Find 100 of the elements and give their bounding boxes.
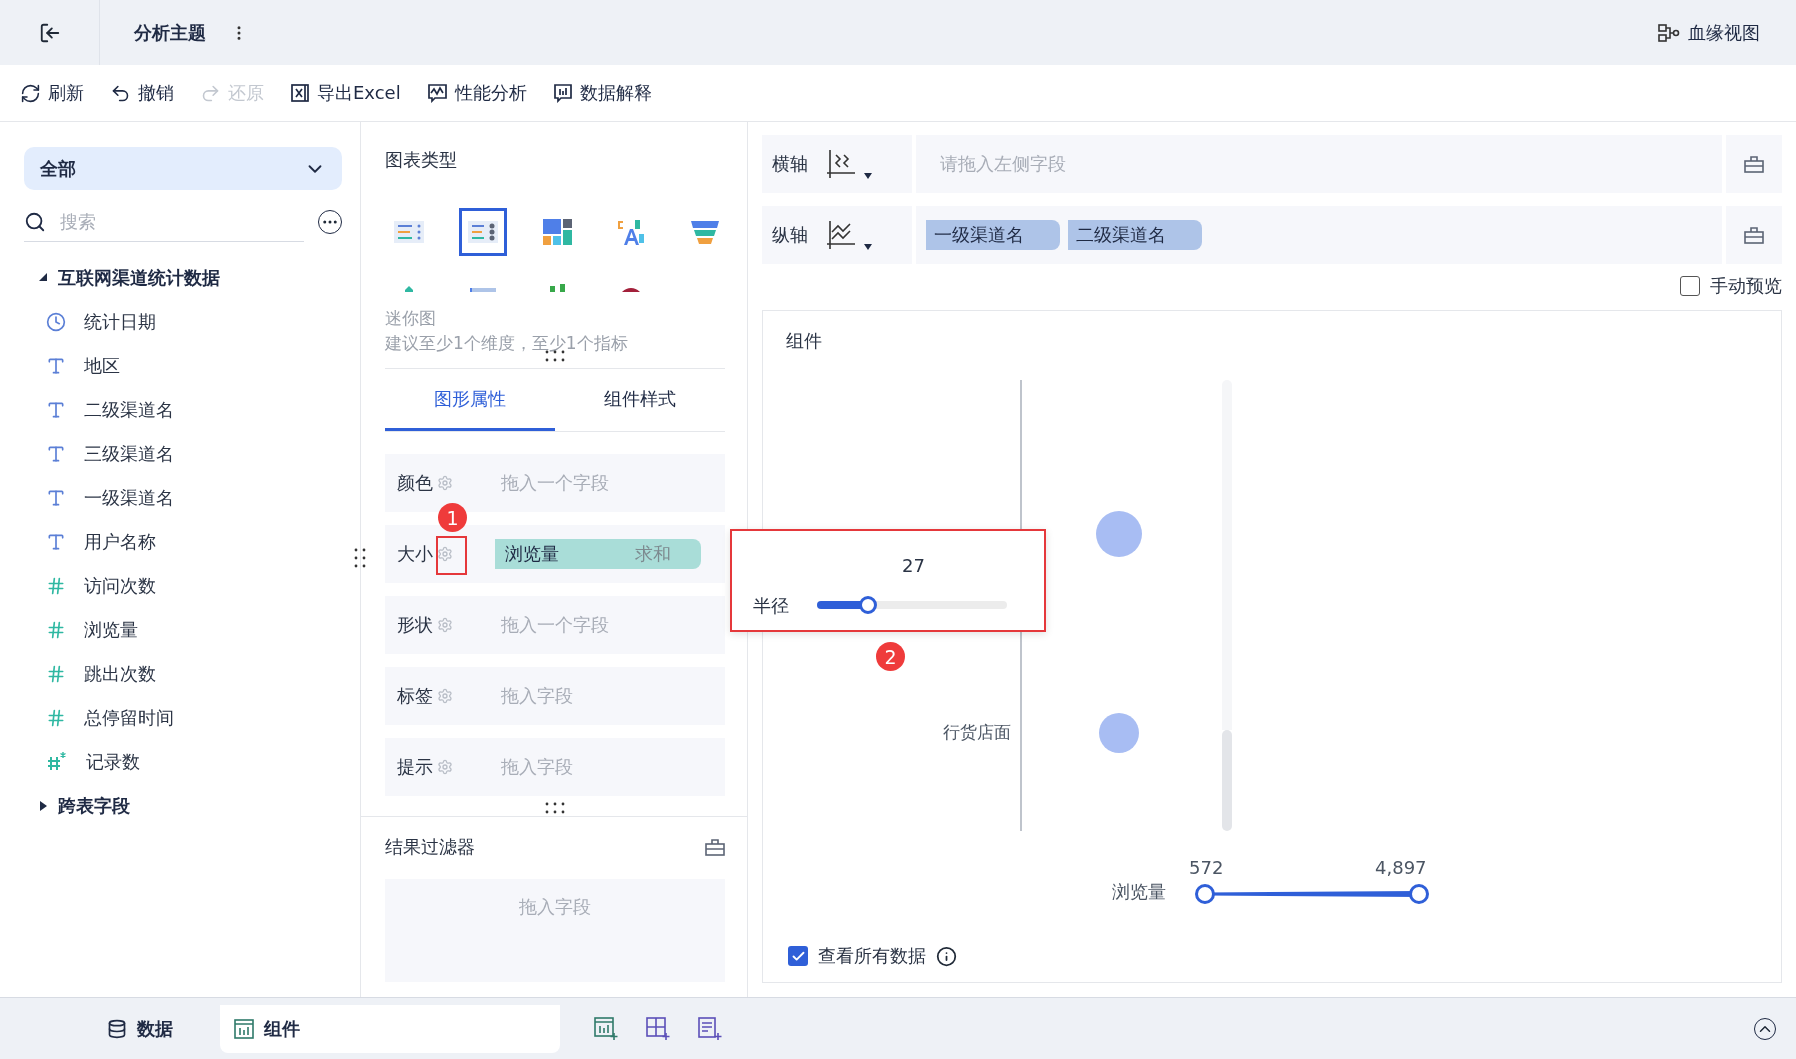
aggregation-label: 求和 (635, 542, 671, 566)
list-icon (466, 218, 500, 246)
info-icon[interactable] (936, 945, 957, 967)
legend-max-value: 4,897 (1375, 857, 1427, 878)
checkbox[interactable] (1680, 276, 1700, 296)
field-name[interactable]: 总停留时间 (84, 706, 174, 730)
chart-type-name: 迷你图 (385, 307, 437, 330)
slider-label: 半径 (753, 594, 789, 618)
table-name[interactable]: 跨表字段 (58, 794, 130, 818)
legend-title: 浏览量 (1112, 880, 1166, 904)
toolbar-button[interactable]: 撤销 (110, 81, 174, 105)
field-name[interactable]: 统计日期 (84, 310, 156, 334)
clock-icon (46, 312, 66, 332)
field-name[interactable]: 浏览量 (84, 618, 138, 642)
hash-icon (46, 620, 66, 640)
drop-hint: 拖入字段 (519, 895, 591, 919)
field-name: 浏览量 (505, 542, 559, 566)
slider-thumb[interactable] (859, 596, 878, 614)
property-drop-zone[interactable]: 标签 拖入字段 (385, 667, 725, 725)
bottom-tab[interactable]: 数据 (60, 1004, 220, 1053)
field-pill[interactable]: 浏览量 求和 (495, 539, 701, 569)
search-field[interactable]: 搜索 (58, 210, 258, 233)
table-name[interactable]: 互联网渠道统计数据 (58, 266, 220, 290)
resize-handle-icon[interactable] (545, 802, 565, 814)
line-chart-icon (426, 83, 448, 103)
drop-hint: 拖入字段 (501, 755, 573, 779)
property-label: 提示 (397, 755, 433, 779)
field-name[interactable]: 二级渠道名 (84, 398, 174, 422)
section-title: 结果过滤器 (385, 835, 475, 859)
bar-chart-icon (552, 83, 573, 103)
checkbox-label: 手动预览 (1710, 274, 1782, 298)
add-grid-icon[interactable] (646, 1016, 670, 1041)
drop-hint: 请拖入左侧字段 (940, 152, 1066, 176)
drop-hint: 拖入字段 (501, 684, 573, 708)
bottom-tab[interactable]: 组件 (220, 1004, 560, 1053)
axis-chart-icon[interactable] (826, 220, 856, 250)
axis-chart-icon[interactable] (826, 149, 856, 179)
checkbox-label: 查看所有数据 (818, 944, 926, 968)
axis-drop-zone[interactable]: 一级渠道名 二级渠道名 (916, 206, 1722, 264)
drop-hint: 拖入一个字段 (501, 471, 609, 495)
property-drop-zone[interactable]: 提示 拖入字段 (385, 738, 725, 796)
field-name[interactable]: 跳出次数 (84, 662, 156, 686)
field-name[interactable]: 用户名称 (84, 530, 156, 554)
hash-icon (46, 664, 66, 684)
field-name[interactable]: 三级渠道名 (84, 442, 174, 466)
hash-icon (46, 708, 66, 728)
bubble (1099, 713, 1139, 753)
field-name[interactable]: 地区 (84, 354, 120, 378)
lineage-view-button[interactable]: 血缘视图 (1652, 19, 1766, 46)
text-type-icon (46, 444, 66, 464)
refresh-icon (20, 82, 41, 104)
expand-triangle-icon[interactable] (38, 801, 48, 811)
axis-shelf-header[interactable]: 横轴 (762, 135, 912, 193)
toolbox-icon[interactable] (705, 838, 725, 856)
axis-label: 纵轴 (772, 223, 808, 247)
caret-icon[interactable] (864, 244, 872, 250)
toolbox-icon[interactable] (1744, 226, 1764, 244)
scrollbar-thumb[interactable] (1222, 730, 1232, 831)
funnel-icon (688, 218, 722, 246)
field-name[interactable]: 一级渠道名 (84, 486, 174, 510)
property-label: 大小 (397, 542, 433, 566)
toolbar-button[interactable]: 刷新 (20, 81, 84, 105)
chart-type-hint: 建议至少1个维度，至少1个指标 (385, 332, 629, 355)
chart-type-button[interactable] (459, 208, 507, 256)
section-title: 图表类型 (385, 148, 458, 172)
toolbox-icon[interactable] (1744, 155, 1764, 173)
toolbar-button[interactable]: 导出Excel (290, 81, 401, 105)
toolbar-button[interactable]: 性能分析 (426, 81, 527, 105)
property-drop-zone[interactable]: 形状 拖入一个字段 (385, 596, 725, 654)
scope-dropdown[interactable]: 全部 (24, 147, 342, 190)
caret-icon[interactable] (864, 173, 872, 179)
ranked-list-icon (392, 218, 426, 246)
resize-handle-icon[interactable] (354, 548, 366, 568)
add-document-icon[interactable] (698, 1016, 722, 1041)
tab[interactable]: 图形属性 (385, 369, 555, 431)
field-name[interactable]: 访问次数 (84, 574, 156, 598)
widget-title: 组件 (786, 329, 822, 353)
field-pill[interactable]: 二级渠道名 (1068, 220, 1202, 250)
add-chart-icon[interactable] (594, 1016, 618, 1041)
lineage-icon (1658, 22, 1680, 43)
exit-icon[interactable] (38, 21, 61, 44)
drop-hint: 拖入一个字段 (501, 613, 609, 637)
radius-value: 27 (902, 555, 925, 576)
hash-icon (46, 576, 66, 596)
axis-shelf-header[interactable]: 纵轴 (762, 206, 912, 264)
checkbox[interactable] (788, 946, 808, 966)
treemap-icon (540, 218, 574, 246)
settings-icon[interactable] (437, 546, 453, 562)
toolbar-button[interactable]: 数据解释 (552, 81, 652, 105)
field-name[interactable]: 记录数 (86, 750, 140, 774)
tab[interactable]: 组件样式 (555, 369, 725, 431)
hash-star-icon (46, 751, 68, 773)
property-drop-zone[interactable]: 颜色 拖入一个字段 (385, 454, 725, 512)
property-drop-zone[interactable]: 大小 浏览量 求和 (385, 525, 725, 583)
page-title: 分析主题 (134, 20, 206, 45)
property-label: 标签 (397, 684, 433, 708)
field-pill[interactable]: 一级渠道名 (926, 220, 1060, 250)
resize-handle-icon[interactable] (545, 350, 565, 362)
collapse-triangle-icon[interactable] (38, 273, 48, 283)
slider-track[interactable] (817, 601, 1007, 609)
